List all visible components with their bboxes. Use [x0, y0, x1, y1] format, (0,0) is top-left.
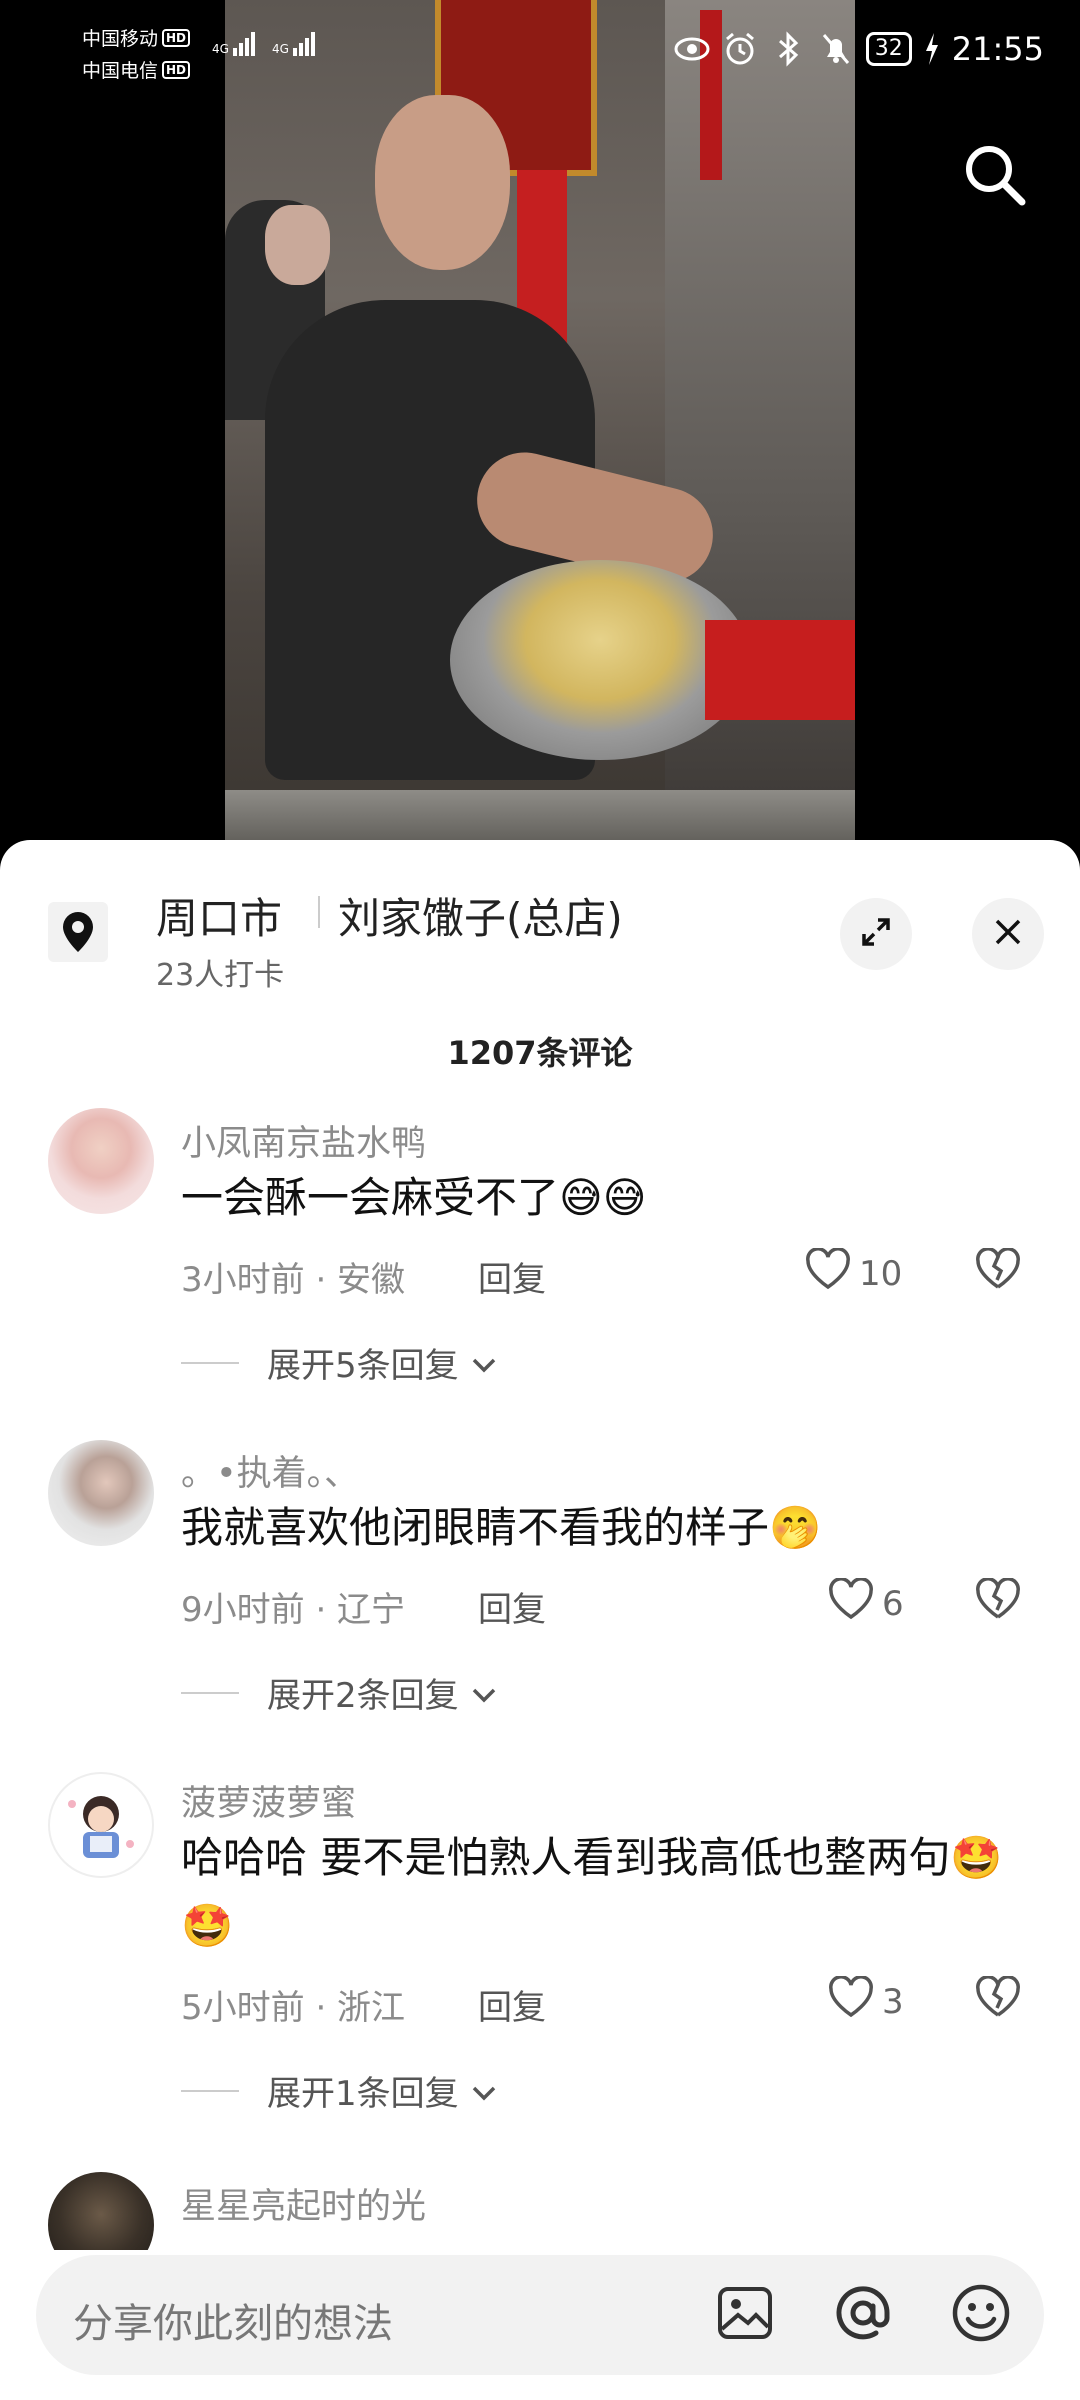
like-button[interactable]: 10 — [805, 1247, 903, 1299]
close-button[interactable] — [972, 898, 1044, 970]
video-frame — [225, 0, 855, 850]
location-divider — [318, 896, 320, 928]
comment-time-location: 9小时前 · 辽宁 — [181, 1590, 406, 1630]
comment-input[interactable]: 分享你此刻的想法 — [36, 2255, 1044, 2375]
heart-icon — [805, 1247, 851, 1299]
video-player[interactable] — [0, 0, 1080, 850]
image-icon — [716, 2285, 774, 2345]
avatar[interactable] — [48, 2172, 154, 2250]
chevron-down-icon — [471, 1343, 497, 1383]
carrier-2: 中国电信 HD — [82, 56, 191, 83]
heart-icon — [828, 1577, 874, 1629]
expand-replies[interactable]: 展开2条回复 — [181, 1668, 497, 1717]
heart-icon — [828, 1975, 874, 2027]
comment-username[interactable]: 小凤南京盐水鸭 — [181, 1115, 426, 1166]
reply-button[interactable]: 回复 — [478, 1252, 546, 1301]
expand-replies[interactable]: 展开5条回复 — [181, 1338, 497, 1387]
status-icons: 32 21:55 — [674, 30, 1044, 68]
eye-icon — [674, 31, 710, 67]
comment-input-placeholder: 分享你此刻的想法 — [73, 2301, 393, 2347]
status-bar: 中国移动 HD 中国电信 HD 4G 4G 32 21:55 — [0, 0, 1080, 100]
dislike-button[interactable] — [975, 1247, 1021, 1294]
chevron-down-icon — [471, 1673, 497, 1713]
carrier-1-label: 中国移动 — [82, 28, 159, 50]
like-button[interactable]: 3 — [828, 1975, 904, 2027]
comment-text[interactable]: 哈哈哈 要不是怕熟人看到我高低也整两句🤩🤩 — [181, 1824, 1041, 1960]
like-button[interactable]: 6 — [828, 1577, 904, 1629]
carrier-2-label: 中国电信 — [82, 60, 159, 82]
expand-replies-label: 展开2条回复 — [267, 1676, 459, 1716]
charging-icon — [924, 31, 940, 67]
search-button[interactable] — [960, 140, 1030, 210]
expand-replies-label: 展开1条回复 — [267, 2074, 459, 2114]
hd-badge: HD — [162, 60, 191, 79]
dislike-button[interactable] — [975, 1975, 1021, 2022]
reply-button[interactable]: 回复 — [478, 1582, 546, 1631]
comment-text[interactable]: 一会酥一会麻受不了😅😅 — [181, 1164, 1041, 1232]
comment-time-location: 5小时前 · 浙江 — [181, 1988, 406, 2028]
avatar[interactable] — [48, 1772, 154, 1878]
like-count: 3 — [882, 1981, 904, 2022]
at-icon — [832, 2282, 894, 2348]
expand-replies-label: 展开5条回复 — [267, 1346, 459, 1386]
broken-heart-icon — [975, 1577, 1021, 1624]
comment-count: 1207条评论 — [447, 1034, 633, 1072]
network-type: 4G — [212, 42, 229, 56]
comment-username[interactable]: 菠萝菠萝蜜 — [181, 1775, 356, 1826]
cartoon-avatar-icon — [68, 1796, 134, 1858]
checkin-count: 23人打卡 — [156, 958, 285, 993]
location-shop-name[interactable]: 刘家馓子(总店) — [338, 885, 623, 946]
expand-line — [181, 2089, 239, 2092]
location-pin-icon — [48, 902, 108, 962]
bluetooth-icon — [770, 31, 806, 67]
mute-bell-icon — [818, 31, 854, 67]
reply-button[interactable]: 回复 — [478, 1980, 546, 2029]
search-icon — [960, 146, 1030, 214]
dislike-button[interactable] — [975, 1577, 1021, 1624]
background-person-head — [265, 205, 330, 285]
comments-sheet: 周口市 刘家馓子(总店) 23人打卡 1207条评论 小凤南京盐水鸭 一会酥一会… — [0, 840, 1080, 2400]
close-icon — [993, 917, 1023, 951]
like-count: 6 — [882, 1583, 904, 1624]
location-bar[interactable]: 周口市 刘家馓子(总店) 23人打卡 — [0, 840, 1080, 993]
like-count: 10 — [859, 1253, 903, 1294]
broken-heart-icon — [975, 1975, 1021, 2022]
comment-username[interactable]: 星星亮起时的光 — [181, 2178, 426, 2229]
image-button[interactable] — [713, 2283, 777, 2347]
expand-button[interactable] — [840, 898, 912, 970]
signal-icon-1: 4G — [212, 32, 257, 56]
avatar[interactable] — [48, 1440, 154, 1546]
carrier-1: 中国移动 HD — [82, 24, 191, 51]
alarm-icon — [722, 31, 758, 67]
location-city[interactable]: 周口市 — [156, 885, 282, 946]
expand-icon — [859, 915, 893, 953]
expand-line — [181, 1361, 239, 1364]
hd-badge: HD — [162, 28, 191, 47]
battery-level: 32 — [865, 32, 912, 66]
emoji-icon — [950, 2282, 1012, 2348]
clock-time: 21:55 — [951, 30, 1044, 68]
emoji-button[interactable] — [949, 2283, 1013, 2347]
comment-item: 星星亮起时的光 — [0, 2170, 1080, 2250]
expand-replies[interactable]: 展开1条回复 — [181, 2066, 497, 2115]
broken-heart-icon — [975, 1247, 1021, 1294]
signal-icon-2: 4G — [272, 32, 317, 56]
comment-username[interactable]: 。•执着。、 — [181, 1445, 359, 1496]
avatar[interactable] — [48, 1108, 154, 1214]
comment-time-location: 3小时前 · 安徽 — [181, 1260, 406, 1300]
red-table — [705, 620, 855, 720]
expand-line — [181, 1691, 239, 1694]
network-type: 4G — [272, 42, 289, 56]
cook-head — [375, 95, 510, 270]
mention-button[interactable] — [831, 2283, 895, 2347]
comment-text[interactable]: 我就喜欢他闭眼睛不看我的样子🤭 — [181, 1494, 1041, 1562]
chevron-down-icon — [471, 2071, 497, 2111]
